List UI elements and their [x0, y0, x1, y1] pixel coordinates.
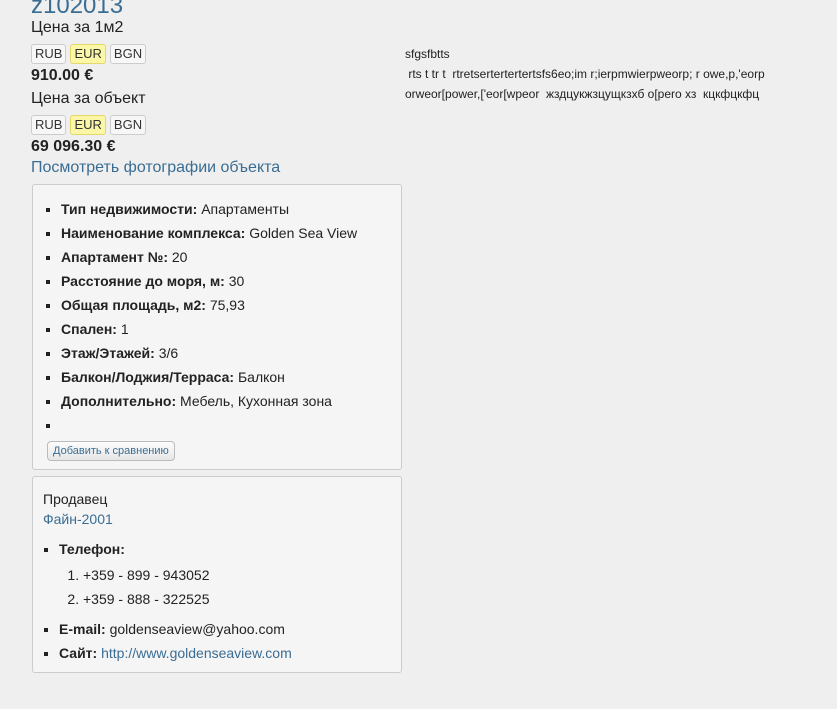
description-line-1: sfgsfbtts — [405, 47, 450, 61]
seller-name-link[interactable]: Файн-2001 — [43, 511, 391, 527]
add-to-compare-button[interactable]: Добавить к сравнению — [47, 441, 175, 461]
detail-extra: Дополнительно: Мебель, Кухонная зона — [61, 389, 391, 413]
seller-heading: Продавец — [43, 491, 108, 507]
currency-bgn-button[interactable]: BGN — [109, 115, 147, 135]
seller-site-link[interactable]: http://www.goldenseaview.com — [101, 645, 292, 661]
site-item: Сайт: http://www.goldenseaview.com — [59, 641, 391, 665]
phone-list: +359 - 899 - 943052 +359 - 888 - 322525 — [59, 563, 391, 611]
listing-code: z102013 — [31, 0, 124, 14]
property-details-box: Тип недвижимости: Апартаменты Наименован… — [32, 184, 402, 470]
detail-floor: Этаж/Этажей: 3/6 — [61, 341, 391, 365]
currency-eur-button[interactable]: EUR — [70, 115, 106, 135]
currency-rub-button[interactable]: RUB — [31, 115, 67, 135]
detail-type: Тип недвижимости: Апартаменты — [61, 197, 391, 221]
currency-bgn-button[interactable]: BGN — [109, 44, 147, 64]
seller-email: goldenseaview@yahoo.com — [109, 621, 285, 637]
phone-item: Телефон: +359 - 899 - 943052 +359 - 888 … — [59, 537, 391, 611]
seller-contacts: Телефон: +359 - 899 - 943052 +359 - 888 … — [43, 537, 391, 665]
currency-rub-button[interactable]: RUB — [31, 44, 67, 64]
description-panel: sfgsfbtts rts t tr t rtretserterterterts… — [405, 44, 825, 104]
price-total-label: Цена за объект — [31, 90, 146, 107]
price-per-m2-label: Цена за 1м2 — [31, 19, 124, 36]
detail-sea-distance: Расстояние до моря, м: 30 — [61, 269, 391, 293]
detail-complex: Наименование комплекса: Golden Sea View — [61, 221, 391, 245]
price-per-m2: 910.00 € — [31, 67, 94, 84]
seller-box: Продавец Файн-2001 Телефон: +359 - 899 -… — [32, 476, 402, 673]
phone-1: +359 - 899 - 943052 — [83, 563, 391, 587]
detail-bedrooms: Спален: 1 — [61, 317, 391, 341]
price-total: 69 096.30 € — [31, 138, 116, 155]
currency-switcher-total: RUB EUR BGN — [31, 115, 405, 135]
detail-apartment: Апартамент №: 20 — [61, 245, 391, 269]
property-details-list: Тип недвижимости: Апартаменты Наименован… — [47, 197, 391, 437]
detail-balcony: Балкон/Лоджия/Терраса: Балкон — [61, 365, 391, 389]
email-item: E-mail: goldenseaview@yahoo.com — [59, 617, 391, 641]
listing-panel: z102013 Цена за 1м2 RUB EUR BGN 910.00 €… — [31, 0, 405, 673]
currency-eur-button[interactable]: EUR — [70, 44, 106, 64]
detail-empty — [61, 413, 391, 437]
view-photos-link[interactable]: Посмотреть фотографии объекта — [31, 158, 405, 178]
detail-area: Общая площадь, м2: 75,93 — [61, 293, 391, 317]
currency-switcher-m2: RUB EUR BGN — [31, 44, 405, 64]
phone-2: +359 - 888 - 322525 — [83, 587, 391, 611]
description-line-2: rts t tr t rtretsertertertertsfs6eo;im r… — [405, 67, 765, 81]
description-line-3: orweor[power,['eor[wpeor жздцукжзцущкзхб… — [405, 87, 760, 101]
